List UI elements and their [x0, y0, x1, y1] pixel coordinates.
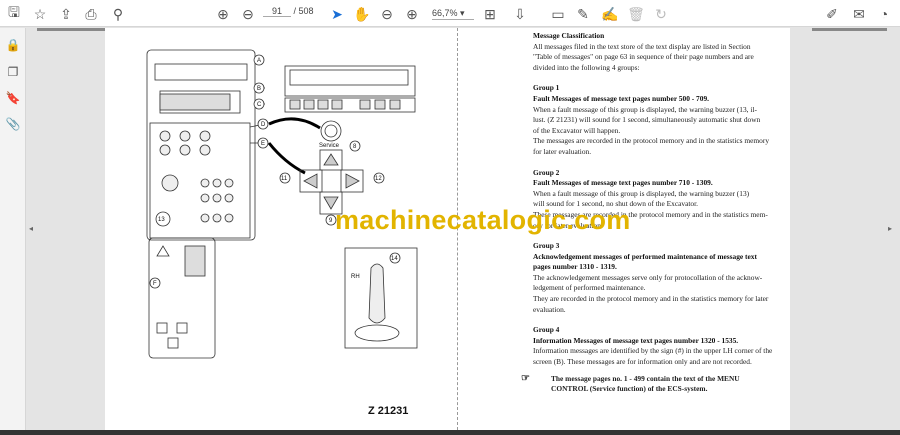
text-line: Information messages are identified by t… — [533, 346, 773, 356]
label-12: 12 — [375, 176, 382, 182]
text-line: The message pages no. 1 - 499 contain th… — [551, 373, 740, 383]
page-number-input[interactable]: 91 — [263, 6, 291, 17]
fill-sign-icon[interactable]: ✐ — [822, 4, 842, 24]
text-line: When a fault message of this group is di… — [533, 104, 757, 114]
group-subheading: Information Messages of message text pag… — [533, 335, 739, 345]
highlight-icon[interactable]: ✎ — [573, 4, 593, 24]
text-line: All messages filed in the text store of … — [533, 41, 751, 51]
hand-icon[interactable]: ✋ — [352, 4, 372, 24]
search-icon[interactable]: ⚲ — [108, 4, 128, 24]
text-line: ledgement of performed maintenance. — [533, 283, 646, 293]
delete-icon[interactable]: 🗑 — [626, 4, 646, 24]
upload-icon[interactable]: ⇪ — [56, 4, 76, 24]
sign-icon[interactable]: ✍ — [600, 4, 620, 24]
pointing-hand-icon: ☞ — [521, 372, 530, 384]
group-1: Group 1 Fault Messages of message text p… — [533, 83, 783, 157]
group-heading: Group 4 — [533, 325, 560, 335]
intro: All messages filed in the text store of … — [533, 42, 783, 74]
zoom-in-icon[interactable]: ⊕ — [402, 4, 422, 24]
attachment-icon[interactable]: 📎 — [5, 117, 21, 133]
text-line: "Table of messages" on page 63 in sequen… — [533, 52, 754, 62]
scrollbar-right[interactable] — [812, 28, 887, 31]
label-14: 14 — [391, 256, 398, 262]
zoom-select[interactable]: 66,7% ▾ — [432, 8, 474, 20]
page-indicator: 91 / 508 — [263, 6, 314, 17]
group-subheading: Fault Messages of message text pages num… — [533, 93, 709, 103]
text-line: The messages are recorded in the protoco… — [533, 136, 770, 146]
label-e: E — [261, 141, 265, 147]
scrollbar-left[interactable] — [37, 28, 105, 31]
watermark: machinecatalogic.com — [335, 205, 631, 235]
left-sidebar: 🔒 ❐ 🔖 📎 — [0, 28, 26, 435]
group-heading: Group 2 — [533, 167, 560, 177]
bottom-bar — [0, 430, 900, 435]
page-up-icon[interactable]: ⊕ — [213, 4, 233, 24]
collapse-left-icon[interactable]: ◂ — [29, 224, 33, 233]
rotate-icon[interactable]: ↻ — [651, 4, 671, 24]
print-icon[interactable]: ⎙ — [81, 4, 101, 24]
page-total: / 508 — [293, 6, 314, 16]
comment-icon[interactable]: ▭ — [548, 4, 568, 24]
group-subheading: Fault Messages of message text pages num… — [533, 178, 713, 188]
figure-caption: Z 21231 — [368, 405, 408, 417]
group-4: Group 4 Information Messages of message … — [533, 325, 783, 367]
group-heading: Group 1 — [533, 83, 560, 93]
label-d: D — [261, 122, 266, 128]
text-line: CONTROL (Service function) of the ECS-sy… — [551, 384, 708, 394]
group-heading: Group 3 — [533, 241, 560, 251]
label-b: B — [257, 86, 261, 92]
group-3: Group 3 Acknowledgement messages of perf… — [533, 241, 783, 315]
text-line: for later evaluation. — [533, 146, 592, 156]
label-f: F — [153, 281, 157, 287]
fit-page-icon[interactable]: ⊞ — [480, 4, 500, 24]
text-line: When a fault message of this group is di… — [533, 188, 750, 198]
text-line: The acknowledgement messages serve only … — [533, 272, 763, 282]
group-subheading: Acknowledgement messages of performed ma… — [533, 251, 757, 261]
page-down-icon[interactable]: ⊖ — [238, 4, 258, 24]
text-line: of the Excavator will happen. — [533, 125, 621, 135]
text-line: evaluation. — [533, 304, 566, 314]
toolbar: 🖫 ☆ ⇪ ⎙ ⚲ ⊕ ⊖ 91 / 508 ➤ ✋ ⊖ ⊕ 66,7% ▾ ⊞… — [0, 0, 900, 27]
label-11: 11 — [281, 176, 288, 182]
zoom-value: 66,7% — [432, 8, 458, 18]
collapse-right-icon[interactable]: ▸ — [888, 224, 892, 233]
label-c: C — [257, 102, 262, 108]
text-line: divided into the following 4 groups: — [533, 62, 640, 72]
label-13: 13 — [158, 217, 165, 223]
zoom-out-icon[interactable]: ⊖ — [377, 4, 397, 24]
label-a: A — [257, 58, 261, 64]
text-line: lust. (Z 21231) will sound for 1 second,… — [533, 115, 761, 125]
label-rh: RH — [351, 274, 360, 280]
star-icon[interactable]: ☆ — [30, 4, 50, 24]
lock-icon[interactable]: 🔒 — [5, 38, 21, 54]
text-line: They are recorded in the protocol memory… — [533, 294, 769, 304]
document-page: A B C D E Service 8 9 10 11 12 13 14 RH … — [105, 28, 790, 430]
bookmark-icon[interactable]: 🔖 — [5, 91, 21, 107]
email-icon[interactable]: ✉ — [849, 4, 869, 24]
save-icon[interactable]: 🖫 — [4, 4, 24, 24]
text-line: screen (B). These messages are for infor… — [533, 357, 752, 367]
account-icon[interactable]: ◔ — [874, 4, 894, 24]
scroll-mode-icon[interactable]: ⇩ — [510, 4, 530, 24]
label-service: Service — [319, 143, 340, 149]
note: ☞ The message pages no. 1 - 499 contain … — [521, 373, 783, 395]
pages-icon[interactable]: ❐ — [5, 65, 21, 81]
group-subheading: pages number 1310 - 1319. — [533, 262, 617, 272]
select-cursor-icon[interactable]: ➤ — [327, 4, 347, 24]
section-title: Message Classification — [533, 31, 605, 40]
